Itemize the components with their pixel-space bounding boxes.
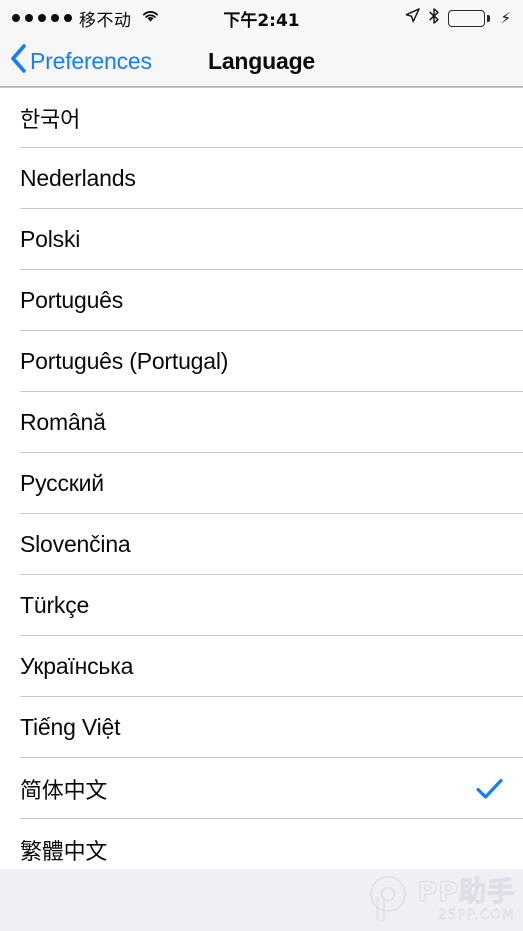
wifi-icon (141, 9, 160, 28)
carrier-label: 移不动 (79, 10, 132, 31)
watermark: PP助手 25PP.COM (365, 875, 515, 926)
list-item[interactable]: Slovenčina (0, 514, 523, 575)
watermark-text: PP助手 25PP.COM (417, 877, 515, 923)
list-item-label: 한국어 (20, 107, 81, 133)
watermark-title: PP助手 (417, 877, 515, 908)
list-item[interactable]: Українська (0, 636, 523, 697)
list-item[interactable]: Türkçe (0, 575, 523, 636)
list-item-label: Русский (20, 470, 104, 496)
signal-strength-dots (12, 14, 72, 22)
list-item-label: Polski (20, 226, 81, 252)
battery-icon (448, 9, 491, 27)
list-item[interactable]: Português (0, 270, 523, 331)
list-item-label: Português (Portugal) (20, 348, 229, 374)
list-item-label: Română (20, 409, 106, 435)
list-item[interactable]: 简体中文 (0, 758, 523, 819)
checkmark-icon (476, 778, 503, 800)
list-item[interactable]: 한국어 (0, 87, 523, 148)
signal-dot (25, 14, 33, 22)
status-bar: 移不动 下午2:41 ⚡ (0, 0, 523, 36)
list-item[interactable]: Русский (0, 453, 523, 514)
back-button-label: Preferences (30, 47, 152, 74)
list-item-label: Українська (20, 653, 134, 679)
list-item-label: Português (20, 287, 124, 313)
signal-dot (38, 14, 46, 22)
list-item[interactable]: Română (0, 392, 523, 453)
list-item-label: Nederlands (20, 165, 136, 191)
signal-dot (64, 14, 72, 22)
status-bar-right: ⚡ (405, 7, 511, 29)
chevron-left-icon (10, 44, 27, 78)
bluetooth-icon (429, 7, 440, 29)
lightning-bolt-icon: ⚡ (500, 9, 511, 27)
watermark-subtitle: 25PP.COM (438, 908, 515, 923)
list-item[interactable]: Português (Portugal) (0, 331, 523, 392)
location-arrow-icon (405, 8, 421, 28)
list-item[interactable]: Tiếng Việt (0, 697, 523, 758)
footer-area: PP助手 25PP.COM (0, 869, 523, 931)
signal-dot (51, 14, 59, 22)
list-item-label: 繁體中文 (20, 839, 108, 865)
list-item-label: Türkçe (20, 592, 90, 618)
status-bar-left: 移不动 (12, 6, 160, 31)
navigation-bar: Preferences Language (0, 36, 523, 87)
back-button[interactable]: Preferences (0, 44, 152, 78)
pp-circle-logo-icon (365, 875, 411, 926)
clock-label: 下午2:41 (223, 10, 300, 31)
signal-dot (12, 14, 20, 22)
phone-screen: 移不动 下午2:41 ⚡ Preferences Language 한국어 Ne… (0, 0, 523, 931)
list-item[interactable]: 繁體中文 (0, 819, 523, 869)
list-item[interactable]: Polski (0, 209, 523, 270)
list-item-label: Slovenčina (20, 531, 131, 557)
list-item-label: 简体中文 (20, 778, 108, 804)
list-item[interactable]: Nederlands (0, 148, 523, 209)
list-item-label: Tiếng Việt (20, 714, 121, 740)
language-list[interactable]: 한국어 Nederlands Polski Português Português (P… (0, 87, 523, 869)
